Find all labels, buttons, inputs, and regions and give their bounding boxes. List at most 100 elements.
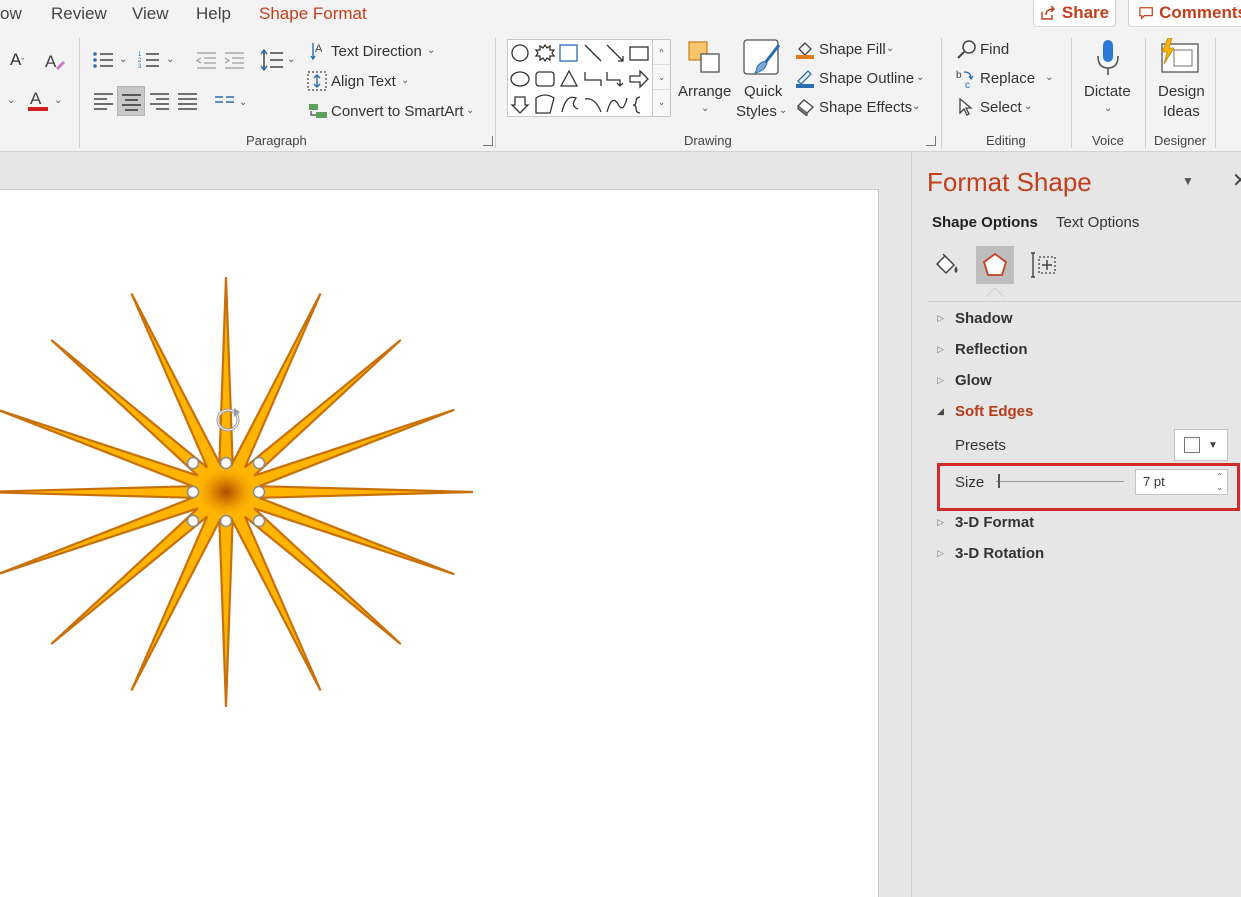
resize-handle[interactable]: [252, 514, 266, 528]
line-spacing-icon[interactable]: [260, 48, 284, 72]
shape-outline-label[interactable]: Shape Outline: [819, 70, 914, 87]
arrange-icon[interactable]: [687, 40, 723, 76]
font-color-icon[interactable]: A: [27, 88, 49, 114]
svg-text:A: A: [30, 89, 42, 108]
quick-styles-label-2[interactable]: Styles: [736, 103, 777, 120]
shapes-gallery[interactable]: ^ ⌄ ⌄: [507, 39, 671, 117]
paragraph-launcher-icon[interactable]: [483, 136, 493, 146]
tab-view[interactable]: View: [132, 4, 169, 24]
chevron-down-icon[interactable]: ⌄: [119, 54, 127, 65]
shape-fill-label[interactable]: Shape Fill: [819, 41, 886, 58]
comments-button[interactable]: Comments: [1128, 0, 1241, 27]
justify-icon[interactable]: [178, 92, 198, 110]
resize-handle[interactable]: [252, 456, 266, 470]
font-size-grow-icon[interactable]: Aˇ: [10, 50, 24, 70]
align-text-icon[interactable]: [307, 71, 327, 91]
decrease-indent-icon[interactable]: [195, 50, 217, 70]
select-cursor-icon[interactable]: [958, 97, 974, 117]
svg-text:3: 3: [138, 64, 142, 70]
convert-smartart-label[interactable]: Convert to SmartArt: [331, 103, 464, 120]
bullets-icon[interactable]: [92, 50, 114, 70]
gallery-scroll-down-icon[interactable]: ⌄: [653, 65, 670, 90]
chevron-down-icon[interactable]: ⌄: [1045, 72, 1053, 83]
close-icon[interactable]: ✕: [1232, 168, 1241, 193]
tab-help[interactable]: Help: [196, 4, 231, 24]
star-shape[interactable]: [0, 190, 879, 897]
resize-handle[interactable]: [219, 456, 233, 470]
fill-line-tab[interactable]: [928, 246, 966, 284]
design-ideas-label-2[interactable]: Ideas: [1163, 103, 1200, 120]
resize-handle[interactable]: [219, 514, 233, 528]
chevron-down-icon[interactable]: ⌄: [1104, 103, 1112, 114]
shape-effects-label[interactable]: Shape Effects: [819, 99, 912, 116]
resize-handle[interactable]: [186, 514, 200, 528]
chevron-down-icon[interactable]: ⌄: [166, 54, 174, 65]
resize-handle[interactable]: [252, 485, 266, 499]
find-label[interactable]: Find: [980, 41, 1009, 58]
chevron-down-icon[interactable]: ⌄: [7, 95, 15, 106]
reflection-section[interactable]: ▷ Reflection: [937, 341, 1028, 358]
chevron-down-icon[interactable]: ⌄: [466, 105, 474, 116]
chevron-down-icon[interactable]: ⌄: [701, 103, 709, 114]
glow-section[interactable]: ▷ Glow: [937, 372, 992, 389]
gallery-more-icon[interactable]: ⌄: [653, 90, 670, 115]
tab-show[interactable]: ow: [0, 4, 22, 24]
share-button[interactable]: Share: [1033, 0, 1116, 27]
text-direction-label[interactable]: Text Direction: [331, 43, 422, 60]
quick-styles-icon[interactable]: [743, 39, 783, 79]
drawing-launcher-icon[interactable]: [926, 136, 936, 146]
tab-shape-format[interactable]: Shape Format: [259, 4, 367, 24]
shape-outline-icon[interactable]: [795, 68, 815, 88]
replace-icon[interactable]: bc: [955, 68, 977, 90]
replace-label[interactable]: Replace: [980, 70, 1035, 87]
chevron-down-icon[interactable]: ⌄: [239, 97, 247, 108]
convert-smartart-icon[interactable]: [307, 102, 329, 120]
columns-icon[interactable]: [215, 94, 235, 108]
select-label[interactable]: Select: [980, 99, 1022, 116]
microphone-icon[interactable]: [1094, 38, 1122, 78]
align-text-label[interactable]: Align Text: [331, 73, 396, 90]
shadow-section[interactable]: ▷ Shadow: [937, 310, 1013, 327]
align-right-icon[interactable]: [150, 92, 170, 110]
size-properties-tab[interactable]: [1025, 246, 1063, 284]
tab-review[interactable]: Review: [51, 4, 107, 24]
gallery-scrollbar[interactable]: ^ ⌄ ⌄: [652, 40, 670, 116]
tab-shape-options[interactable]: Shape Options: [932, 214, 1038, 231]
chevron-down-icon[interactable]: ⌄: [916, 72, 924, 83]
design-ideas-label-1[interactable]: Design: [1158, 83, 1205, 100]
pane-options-dropdown-icon[interactable]: ▼: [1182, 174, 1194, 188]
shape-effects-icon[interactable]: [795, 98, 815, 116]
chevron-down-icon[interactable]: ⌄: [401, 75, 409, 86]
align-center-button[interactable]: [117, 86, 145, 116]
quick-styles-label-1[interactable]: Quick: [744, 83, 782, 100]
chevron-down-icon[interactable]: ⌄: [427, 45, 435, 56]
chevron-down-icon[interactable]: ⌄: [779, 105, 787, 116]
chevron-down-icon[interactable]: ⌄: [1024, 101, 1032, 112]
presets-dropdown[interactable]: ▼: [1174, 429, 1228, 461]
dictate-label[interactable]: Dictate: [1084, 83, 1131, 100]
increase-indent-icon[interactable]: [223, 50, 245, 70]
shape-fill-icon[interactable]: [795, 39, 815, 59]
find-icon[interactable]: [957, 39, 977, 59]
design-ideas-icon[interactable]: [1158, 38, 1200, 74]
chevron-down-icon[interactable]: ⌄: [287, 54, 295, 65]
chevron-down-icon[interactable]: ⌄: [912, 101, 920, 112]
resize-handle[interactable]: [186, 485, 200, 499]
svg-text:A: A: [45, 52, 57, 71]
soft-edges-section[interactable]: ◢ Soft Edges: [937, 403, 1033, 420]
chevron-down-icon[interactable]: ⌄: [54, 95, 62, 106]
arrange-label[interactable]: Arrange: [678, 83, 731, 100]
gallery-scroll-up-icon[interactable]: ^: [653, 40, 670, 65]
3d-rotation-section[interactable]: ▷ 3-D Rotation: [937, 545, 1044, 562]
chevron-down-icon[interactable]: ⌄: [886, 43, 894, 54]
3d-format-section[interactable]: ▷ 3-D Format: [937, 514, 1034, 531]
align-left-icon[interactable]: [94, 92, 114, 110]
numbering-icon[interactable]: 123: [138, 50, 160, 70]
active-tab-pointer: [986, 287, 1004, 297]
resize-handle[interactable]: [186, 456, 200, 470]
clear-formatting-icon[interactable]: A: [44, 50, 66, 72]
text-direction-icon[interactable]: A: [310, 41, 328, 61]
slide-canvas[interactable]: [0, 189, 879, 897]
tab-text-options[interactable]: Text Options: [1056, 214, 1139, 231]
effects-tab[interactable]: [976, 246, 1014, 284]
